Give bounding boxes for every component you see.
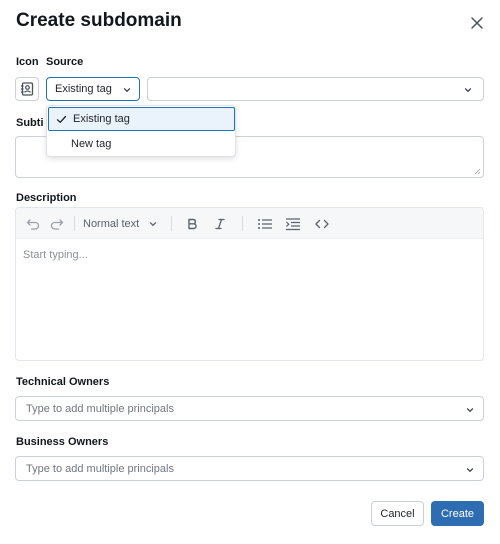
quote-button[interactable] <box>284 216 302 232</box>
dropdown-option-new-tag[interactable]: New tag <box>47 132 235 156</box>
redo-icon <box>50 219 64 230</box>
business-owners-placeholder: Type to add multiple principals <box>26 462 174 475</box>
business-owners-input[interactable]: Type to add multiple principals <box>15 456 484 481</box>
editor-toolbar: Normal text <box>16 208 483 239</box>
resize-handle-icon[interactable] <box>474 168 481 175</box>
code-button[interactable] <box>313 216 331 232</box>
technical-owners-placeholder: Type to add multiple principals <box>26 402 174 415</box>
text-style-value: Normal text <box>83 218 140 230</box>
code-icon <box>315 219 329 229</box>
description-placeholder: Start typing... <box>23 249 88 261</box>
chevron-down-icon <box>123 88 131 93</box>
chevron-down-icon <box>466 408 474 413</box>
redo-button[interactable] <box>48 216 66 232</box>
check-icon <box>56 115 67 123</box>
contact-book-icon <box>21 82 34 96</box>
dropdown-option-label: New tag <box>71 138 112 150</box>
business-owners-label: Business Owners <box>16 436 109 448</box>
bullet-list-icon <box>258 219 272 229</box>
dialog-title: Create subdomain <box>16 10 182 31</box>
source-select-value: Existing tag <box>55 83 112 95</box>
chevron-down-icon <box>466 468 474 473</box>
dropdown-option-label: Existing tag <box>73 113 130 125</box>
source-select[interactable]: Existing tag <box>46 77 140 101</box>
source-label: Source <box>46 56 84 68</box>
chevron-down-icon <box>464 88 472 93</box>
close-icon <box>471 17 483 29</box>
source-dropdown-menu: Existing tag New tag <box>46 105 236 157</box>
subtitle-label: Subti <box>16 117 44 129</box>
tag-select[interactable] <box>147 77 484 101</box>
close-button[interactable] <box>468 14 486 32</box>
toolbar-divider <box>74 216 75 231</box>
dropdown-option-existing-tag[interactable]: Existing tag <box>48 107 235 131</box>
bullet-list-button[interactable] <box>256 216 274 232</box>
cancel-button[interactable]: Cancel <box>371 501 424 526</box>
technical-owners-input[interactable]: Type to add multiple principals <box>15 396 484 421</box>
chevron-down-icon <box>150 222 157 227</box>
description-editor[interactable]: Normal text Start typing... <box>15 207 484 361</box>
toolbar-divider <box>171 216 172 231</box>
toolbar-divider <box>242 216 243 231</box>
italic-button[interactable] <box>211 216 229 232</box>
bold-button[interactable] <box>183 216 201 232</box>
undo-icon <box>26 219 40 230</box>
icon-picker-button[interactable] <box>15 77 39 101</box>
quote-icon <box>286 218 300 231</box>
undo-button[interactable] <box>24 216 42 232</box>
italic-icon <box>215 218 225 230</box>
bold-icon <box>188 218 197 230</box>
description-label: Description <box>16 192 77 204</box>
icon-label: Icon <box>16 56 39 68</box>
technical-owners-label: Technical Owners <box>16 376 110 388</box>
create-button[interactable]: Create <box>431 501 484 526</box>
text-style-select[interactable]: Normal text <box>83 216 161 232</box>
